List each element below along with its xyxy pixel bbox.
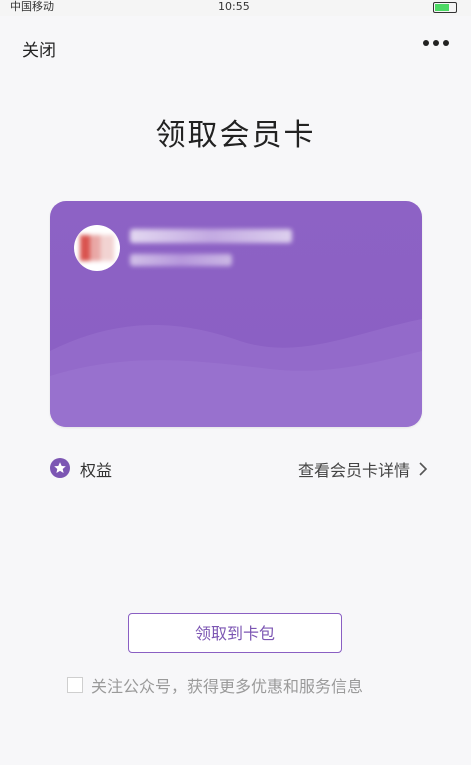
receive-to-wallet-button[interactable]: 领取到卡包 [128,613,342,653]
clock-label: 10:55 [218,0,250,13]
star-icon [50,458,70,478]
chevron-right-icon [419,462,428,476]
status-icons [433,2,457,13]
merchant-logo [74,225,120,271]
carrier-label: 中国移动 [10,0,54,13]
battery-icon [433,2,457,13]
card-details-label: 查看会员卡详情 [297,461,410,480]
status-bar: 中国移动 10:55 [0,0,471,16]
follow-account-row[interactable]: 关注公众号，获得更多优惠和服务信息 [67,673,363,697]
follow-account-label: 关注公众号，获得更多优惠和服务信息 [91,677,364,696]
card-merchant-name-redacted [130,229,292,243]
nav-bar: 关闭 [0,16,471,80]
benefits-label: 权益 [80,461,113,480]
card-details-link[interactable]: 查看会员卡详情 [298,457,428,481]
membership-card[interactable] [50,201,422,427]
page-title: 领取会员卡 [155,118,316,153]
benefits-row: 权益 查看会员卡详情 [50,455,428,481]
follow-checkbox[interactable] [67,677,83,693]
card-subtitle-redacted [130,254,232,266]
more-dots-icon[interactable] [423,40,449,46]
close-button[interactable]: 关闭 [22,36,56,61]
